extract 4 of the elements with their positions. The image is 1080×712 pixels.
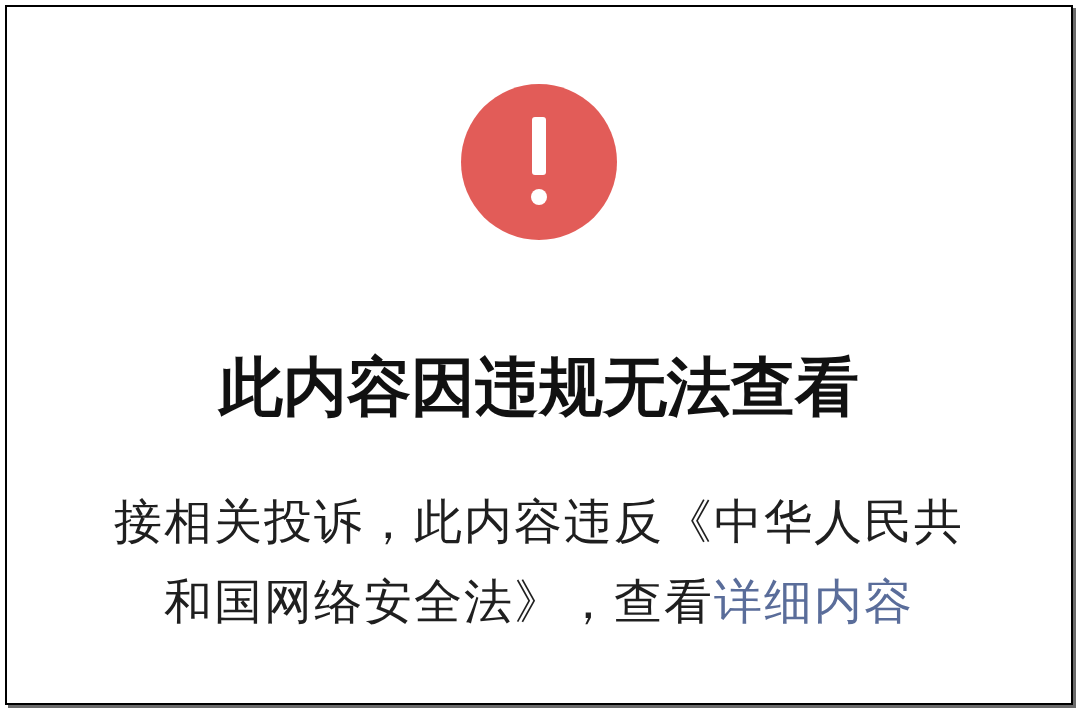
notice-title: 此内容因违规无法查看 [219, 350, 859, 424]
details-link[interactable]: 详细内容 [714, 573, 914, 629]
alert-icon [461, 84, 617, 240]
violation-message: 接相关投诉，此内容违反《中华人民共和国网络安全法》，查看详细内容 [113, 492, 965, 631]
